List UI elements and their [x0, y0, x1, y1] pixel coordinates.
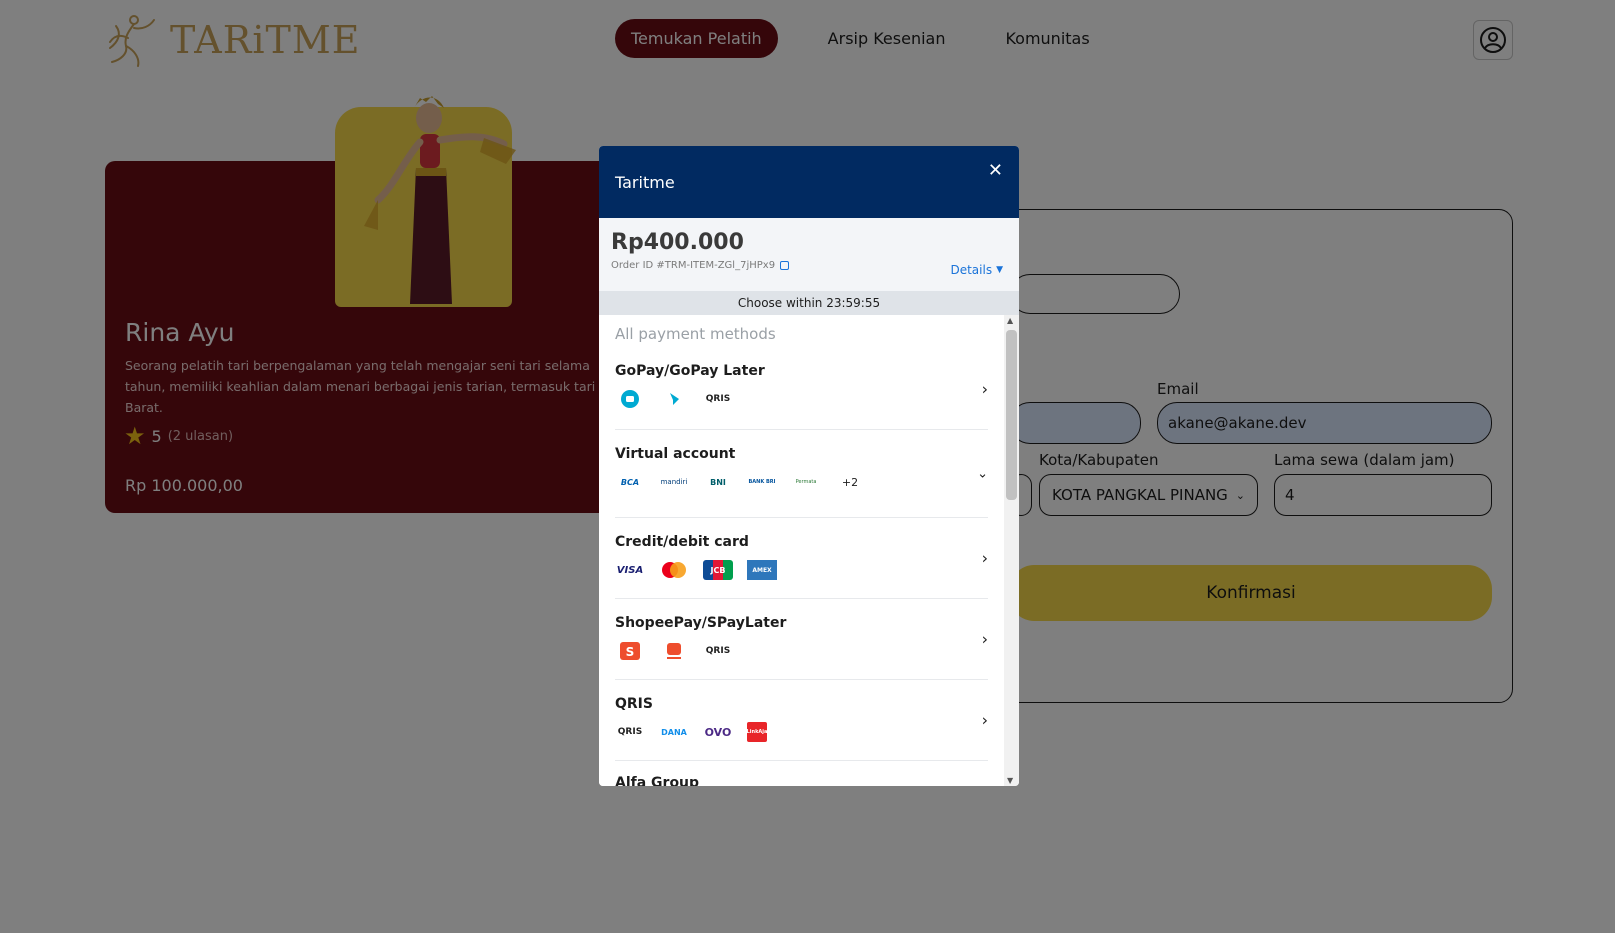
order-summary: Rp400.000 Order ID #TRM-ITEM-ZGl_7jHPx9 … — [599, 218, 1019, 291]
jcb-logo: JCB — [703, 560, 733, 580]
caret-down-icon: ▼ — [996, 265, 1003, 275]
permata-logo: Permata — [795, 479, 817, 485]
payment-methods-heading: All payment methods — [615, 325, 776, 343]
method-list-scrollbar[interactable]: ▲ ▼ — [1004, 315, 1019, 786]
method-shopeepay[interactable]: ShopeePay/SPayLater S QRIS › — [615, 599, 988, 680]
method-logos: BCA mandiri BNI BANK BRI Permata +2 — [615, 472, 988, 492]
svg-text:S: S — [626, 645, 635, 659]
method-name: GoPay/GoPay Later — [615, 363, 765, 379]
qris-icon: QRIS — [617, 727, 643, 737]
gopay-later-icon — [659, 389, 689, 409]
method-virtual-account[interactable]: Virtual account BCA mandiri BNI BANK BRI… — [615, 430, 988, 518]
qris-icon: QRIS — [705, 646, 731, 656]
chevron-right-icon: › — [981, 710, 988, 730]
method-name: Virtual account — [615, 446, 736, 462]
method-logos: S QRIS — [615, 641, 988, 661]
qris-icon: QRIS — [705, 394, 731, 404]
chevron-right-icon: › — [981, 548, 988, 568]
linkaja-logo: LinkAja — [747, 722, 767, 742]
order-id-row: Order ID #TRM-ITEM-ZGl_7jHPx9 — [611, 260, 1007, 271]
amex-logo: AMEX — [747, 560, 777, 580]
chevron-right-icon: › — [981, 379, 988, 399]
scroll-thumb[interactable] — [1006, 330, 1017, 500]
method-alfa-group[interactable]: Alfa Group — [615, 761, 988, 786]
method-gopay[interactable]: GoPay/GoPay Later QRIS › — [615, 349, 988, 430]
scroll-up-icon[interactable]: ▲ — [1007, 316, 1013, 325]
bni-logo: BNI — [710, 477, 726, 487]
gopay-icon — [615, 389, 645, 409]
payment-method-list: All payment methods GoPay/GoPay Later QR… — [599, 315, 1004, 786]
order-id: Order ID #TRM-ITEM-ZGl_7jHPx9 — [611, 260, 776, 271]
copy-icon[interactable] — [780, 261, 790, 270]
more-banks-count: +2 — [841, 475, 859, 489]
details-label: Details — [950, 263, 993, 277]
payment-modal: Taritme ✕ Rp400.000 Order ID #TRM-ITEM-Z… — [599, 146, 1019, 786]
visa-logo: VISA — [616, 564, 644, 576]
mastercard-icon — [659, 560, 689, 580]
method-name: Credit/debit card — [615, 534, 749, 550]
merchant-name: Taritme — [615, 172, 675, 192]
payment-modal-header: Taritme ✕ — [599, 146, 1019, 218]
spaylater-icon — [659, 641, 689, 661]
bri-logo: BANK BRI — [748, 479, 776, 485]
method-logos: VISA JCB AMEX — [615, 560, 988, 580]
bca-logo: BCA — [620, 477, 640, 487]
dana-logo: DANA — [661, 727, 687, 737]
method-name: Alfa Group — [615, 775, 700, 786]
chevron-right-icon: › — [981, 629, 988, 649]
method-qris[interactable]: QRIS QRIS DANA OVO LinkAja › — [615, 680, 988, 761]
method-logos: QRIS DANA OVO LinkAja — [615, 722, 988, 742]
payment-timer: Choose within 23:59:55 — [599, 291, 1019, 315]
payment-amount: Rp400.000 — [611, 230, 744, 255]
ovo-logo: OVO — [704, 725, 732, 739]
scroll-down-icon[interactable]: ▼ — [1007, 776, 1013, 785]
mandiri-logo: mandiri — [660, 478, 688, 486]
method-logos: QRIS — [615, 389, 988, 409]
method-name: QRIS — [615, 696, 653, 712]
method-name: ShopeePay/SPayLater — [615, 615, 787, 631]
details-toggle[interactable]: Details ▼ — [950, 263, 1003, 277]
method-credit-card[interactable]: Credit/debit card VISA JCB AMEX › — [615, 518, 988, 599]
shopeepay-icon: S — [615, 641, 645, 661]
close-icon[interactable]: ✕ — [988, 160, 1003, 181]
chevron-down-icon: ⌄ — [977, 466, 988, 481]
